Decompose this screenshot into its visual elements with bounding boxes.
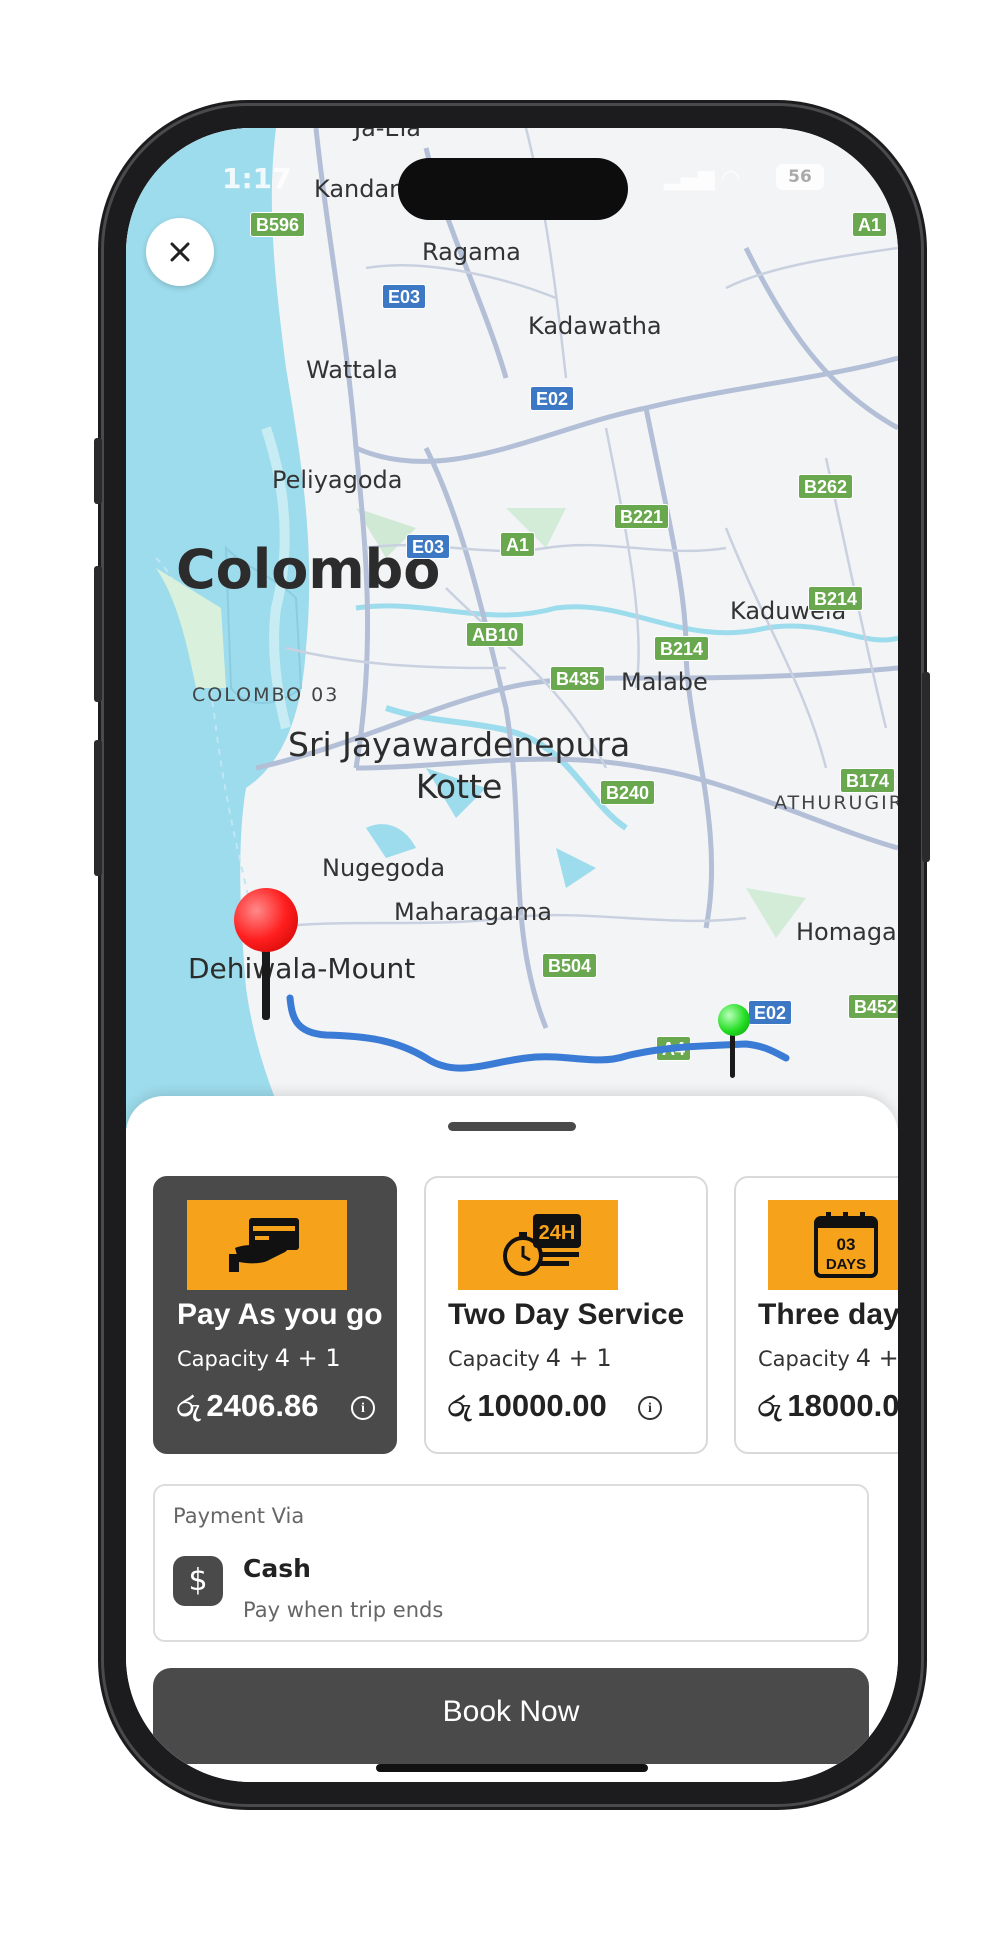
sheet-grabber[interactable] xyxy=(448,1122,576,1131)
service-price: රු 2406.86 xyxy=(177,1388,319,1423)
status-time: 1:17 xyxy=(222,162,292,195)
signal-wifi-icons: ▂▄▆ ◠ xyxy=(664,166,740,191)
service-title: Pay As you go xyxy=(177,1298,383,1331)
service-card-two-day[interactable]: 24H Two Day Service Capacity 4 + 1 රු 1000… xyxy=(424,1176,708,1454)
service-card-three-days[interactable]: 03 DAYS Three days Capacity4 + 1 රු18000… xyxy=(734,1176,898,1454)
dollar-icon: $ xyxy=(173,1556,223,1606)
service-capacity: Capacity4 + 1 xyxy=(177,1344,341,1372)
03-days-calendar-icon: 03 DAYS xyxy=(768,1200,898,1290)
service-capacity: Capacity4 + 1 xyxy=(448,1344,612,1372)
service-price: රු 10000.00 xyxy=(448,1388,607,1423)
24h-timer-icon: 24H xyxy=(458,1200,618,1290)
volume-up-button xyxy=(94,566,102,702)
service-title: Three days xyxy=(758,1298,898,1331)
payment-method-name: Cash xyxy=(243,1554,311,1583)
phone-screen: Ja-Ela Kandana Ragama Kadawatha Wattala … xyxy=(126,128,898,1782)
power-button xyxy=(922,672,930,862)
svg-text:03: 03 xyxy=(837,1235,856,1254)
service-capacity: Capacity4 + 1 xyxy=(758,1344,898,1372)
service-price: රු18000.00 xyxy=(758,1388,898,1423)
service-card-pay-as-you-go[interactable]: Pay As you go Capacity 4 + 1 රු 2406.86 i xyxy=(153,1176,397,1454)
info-icon[interactable]: i xyxy=(351,1396,375,1420)
action-button xyxy=(94,438,102,504)
dynamic-island xyxy=(398,158,628,220)
close-icon xyxy=(170,242,190,262)
volume-down-button xyxy=(94,740,102,876)
info-icon[interactable]: i xyxy=(638,1396,662,1420)
service-title: Two Day Service xyxy=(448,1298,685,1331)
payment-via-label: Payment Via xyxy=(173,1504,305,1528)
payment-method-note: Pay when trip ends xyxy=(243,1598,444,1622)
book-now-button[interactable]: Book Now xyxy=(153,1668,869,1764)
close-button[interactable] xyxy=(146,218,214,286)
battery-icon: 56 xyxy=(776,164,824,190)
svg-text:DAYS: DAYS xyxy=(826,1256,866,1273)
route-map[interactable]: Ja-Ela Kandana Ragama Kadawatha Wattala … xyxy=(126,128,898,1128)
payment-method-selector[interactable]: Payment Via $ Cash Pay when trip ends xyxy=(153,1484,869,1642)
booking-sheet: Pay As you go Capacity 4 + 1 රු 2406.86 i … xyxy=(126,1096,898,1782)
svg-text:24H: 24H xyxy=(539,1222,576,1244)
route-line xyxy=(286,994,790,1072)
home-indicator[interactable] xyxy=(376,1764,648,1772)
card-hand-icon xyxy=(187,1200,347,1290)
